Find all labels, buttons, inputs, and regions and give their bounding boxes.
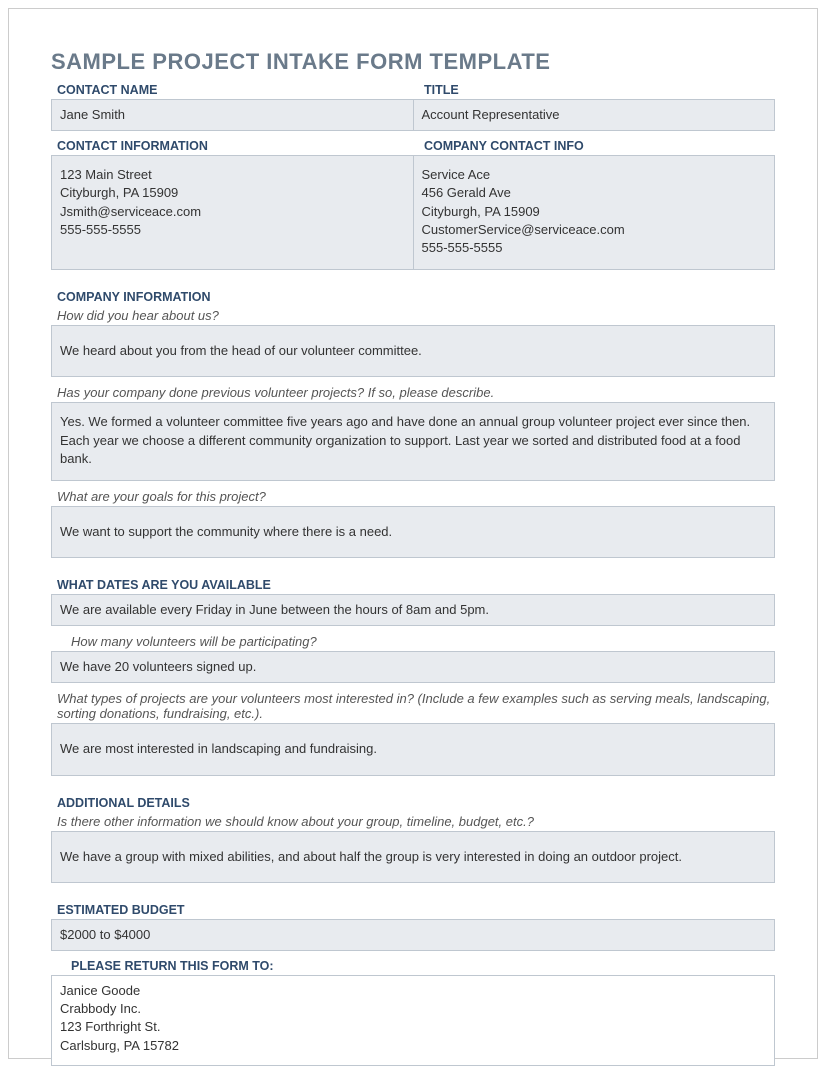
company-info-q3: What are your goals for this project? — [51, 487, 775, 506]
company-info-a3: We want to support the community where t… — [51, 506, 775, 558]
contact-name-value: Jane Smith — [52, 100, 414, 130]
budget-header: ESTIMATED BUDGET — [51, 901, 775, 919]
contact-info-header-row: CONTACT INFORMATION COMPANY CONTACT INFO — [51, 137, 775, 155]
dates-q2: How many volunteers will be participatin… — [51, 632, 775, 651]
company-info-header: COMPANY INFORMATION — [51, 288, 775, 306]
additional-a1: We have a group with mixed abilities, an… — [51, 831, 775, 883]
contact-info-label: CONTACT INFORMATION — [51, 137, 408, 155]
title-label: TITLE — [418, 81, 775, 99]
dates-a3: We are most interested in landscaping an… — [51, 723, 775, 775]
contact-info-box: 123 Main Street Cityburgh, PA 15909 Jsmi… — [51, 155, 775, 270]
contact-name-label: CONTACT NAME — [51, 81, 408, 99]
company-info-q1: How did you hear about us? — [51, 306, 775, 325]
form-page: SAMPLE PROJECT INTAKE FORM TEMPLATE CONT… — [8, 8, 818, 1059]
dates-a2: We have 20 volunteers signed up. — [51, 651, 775, 683]
contact-name-title-box: Jane Smith Account Representative — [51, 99, 775, 131]
dates-header: WHAT DATES ARE YOU AVAILABLE — [51, 576, 775, 594]
additional-q1: Is there other information we should kno… — [51, 812, 775, 831]
additional-header: ADDITIONAL DETAILS — [51, 794, 775, 812]
company-info-q2: Has your company done previous volunteer… — [51, 383, 775, 402]
title-value: Account Representative — [414, 100, 775, 130]
company-contact-value: Service Ace 456 Gerald Ave Cityburgh, PA… — [414, 156, 775, 269]
dates-a1: We are available every Friday in June be… — [51, 594, 775, 626]
company-contact-label: COMPANY CONTACT INFO — [418, 137, 775, 155]
return-value: Janice Goode Crabbody Inc. 123 Forthrigh… — [51, 975, 775, 1066]
dates-q3: What types of projects are your voluntee… — [51, 689, 775, 723]
contact-header-row: CONTACT NAME TITLE — [51, 81, 775, 99]
return-header: PLEASE RETURN THIS FORM TO: — [51, 957, 775, 975]
budget-value: $2000 to $4000 — [51, 919, 775, 951]
contact-info-value: 123 Main Street Cityburgh, PA 15909 Jsmi… — [52, 156, 414, 269]
company-info-a2: Yes. We formed a volunteer committee fiv… — [51, 402, 775, 481]
form-title: SAMPLE PROJECT INTAKE FORM TEMPLATE — [51, 49, 775, 75]
company-info-a1: We heard about you from the head of our … — [51, 325, 775, 377]
